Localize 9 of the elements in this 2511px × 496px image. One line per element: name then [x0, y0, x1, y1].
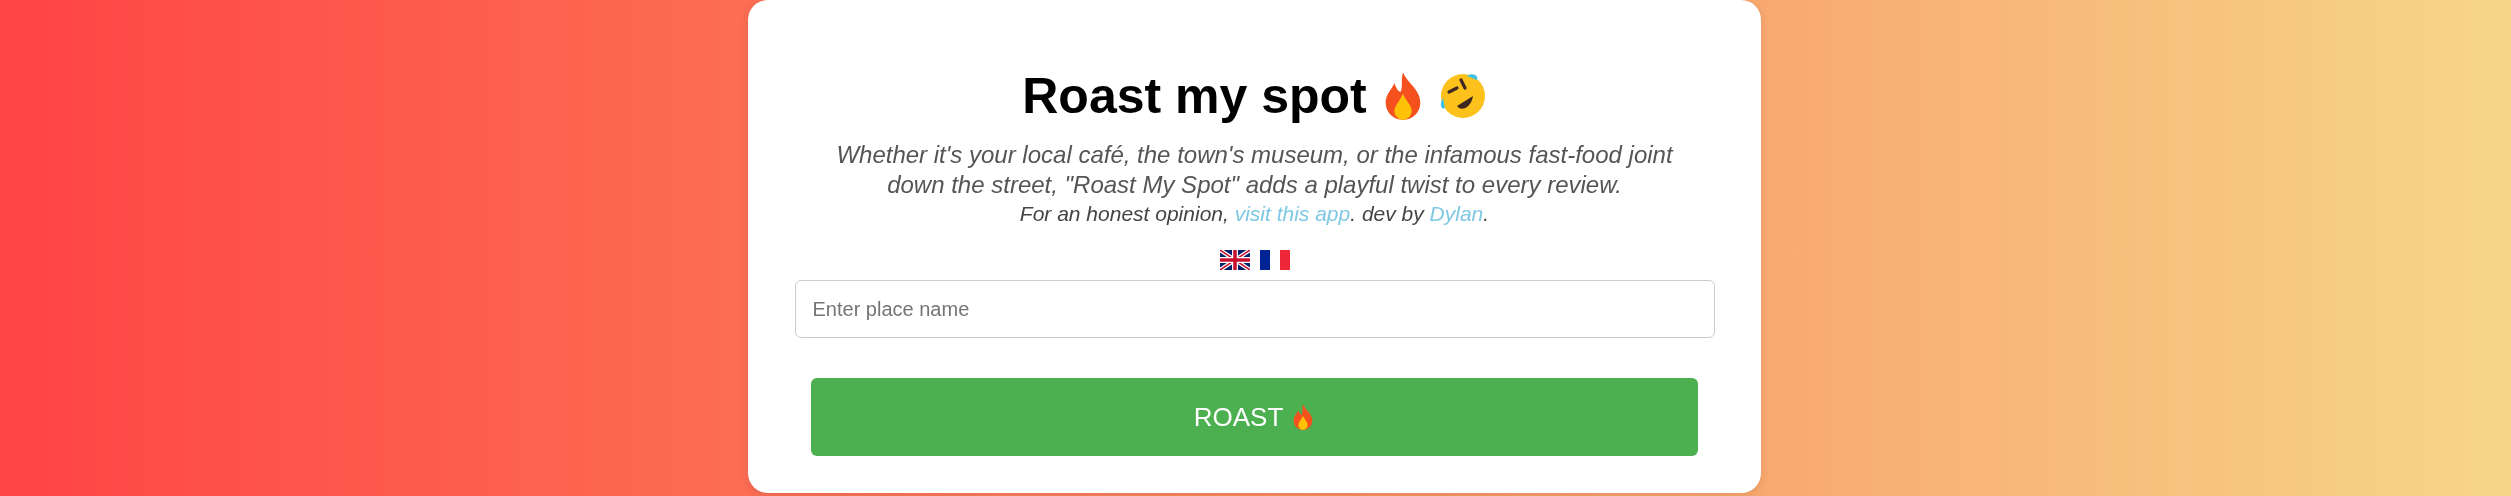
- place-name-input[interactable]: Enter place name: [794, 280, 1715, 338]
- france-flag-icon[interactable]: [1259, 250, 1290, 270]
- roast-button[interactable]: ROAST: [811, 378, 1698, 456]
- credit-text: For an honest opinion, visit this app. dev by Dylan.: [1019, 202, 1490, 226]
- description-text: Whether it's your local café, the town's museum, or the infamous fast-food joint down the street, "Roast My Spot" adds a playful twist to every review.: [835, 140, 1675, 200]
- visit-app-link[interactable]: visit this app: [1234, 202, 1351, 225]
- uk-flag-icon[interactable]: [1219, 250, 1250, 270]
- page-title: Roast my spot: [1022, 67, 1367, 125]
- author-link[interactable]: Dylan: [1429, 202, 1484, 225]
